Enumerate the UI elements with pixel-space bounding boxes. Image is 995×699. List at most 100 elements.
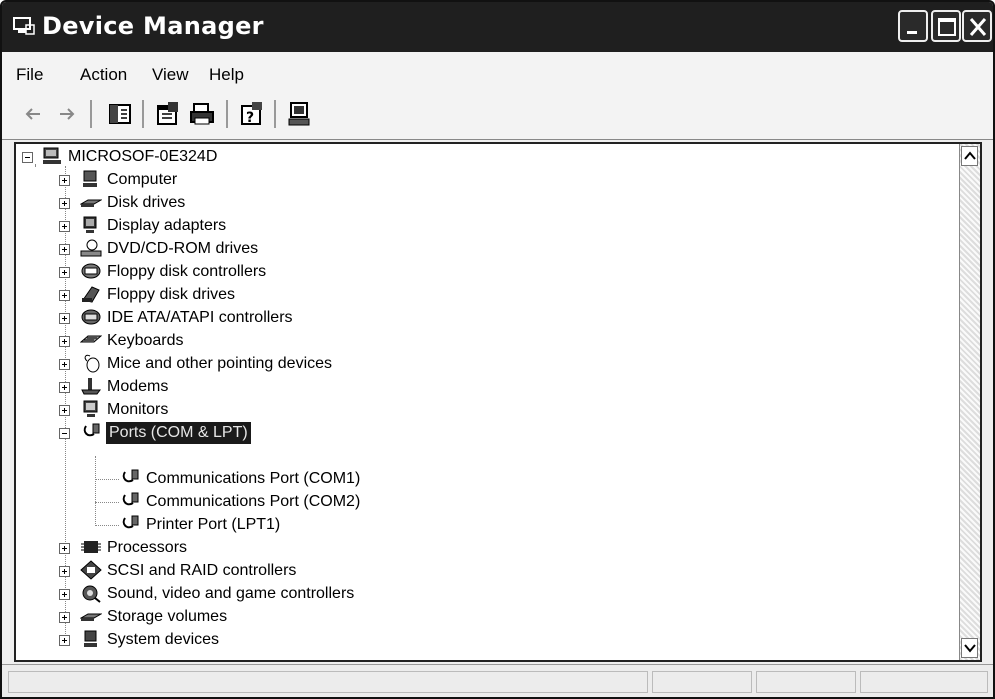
maximize-button[interactable]	[931, 10, 961, 42]
tree-item-storage-volumes[interactable]: Storage volumes	[16, 606, 916, 628]
expand-icon[interactable]	[59, 336, 70, 347]
category-label: Sound, video and game controllers	[107, 585, 355, 602]
tree-item-system-devices[interactable]: System devices	[16, 629, 916, 651]
category-label-selected: Ports (COM & LPT)	[106, 422, 251, 444]
category-label: Modems	[107, 378, 169, 395]
category-label: Floppy disk controllers	[107, 263, 267, 280]
category-label: Mice and other pointing devices	[107, 355, 333, 372]
menu-file[interactable]: File	[16, 65, 43, 85]
status-panel	[756, 671, 856, 693]
storage-volume-icon	[80, 613, 102, 621]
device-manager-app-icon	[13, 17, 35, 35]
port-label: Printer Port (LPT1)	[146, 516, 281, 533]
category-label: Computer	[107, 171, 178, 188]
toolbar-separator	[90, 100, 92, 128]
vertical-scrollbar[interactable]	[959, 144, 980, 660]
tree-item-ports[interactable]: Ports (COM & LPT)	[16, 422, 916, 444]
expand-icon[interactable]	[59, 635, 70, 646]
tree-item-floppy-disk-drives[interactable]: Floppy disk drives	[16, 284, 916, 306]
tree-item-computer[interactable]: Computer	[16, 169, 916, 191]
scsi-controller-icon	[80, 560, 102, 580]
tree-item-monitors[interactable]: Monitors	[16, 399, 916, 421]
expand-icon[interactable]	[59, 290, 70, 301]
expand-icon[interactable]	[59, 566, 70, 577]
modem-icon	[81, 378, 101, 395]
tree-item-lpt1[interactable]: Printer Port (LPT1)	[16, 514, 916, 536]
menu-action[interactable]: Action	[80, 65, 127, 85]
help-icon[interactable]: ?	[238, 100, 266, 128]
category-label: Disk drives	[107, 194, 186, 211]
chevron-up-icon	[964, 151, 976, 160]
collapse-icon[interactable]	[59, 428, 70, 439]
status-panel	[8, 671, 648, 693]
collapse-icon[interactable]	[22, 152, 33, 163]
tree-item-dvd-cd-rom-drives[interactable]: DVD/CD-ROM drives	[16, 238, 916, 260]
expand-icon[interactable]	[59, 612, 70, 623]
back-icon[interactable]	[20, 100, 48, 128]
printer-port-icon	[122, 515, 139, 529]
expand-icon[interactable]	[59, 543, 70, 554]
menu-help[interactable]: Help	[209, 65, 244, 85]
status-bar	[2, 664, 993, 697]
expand-icon[interactable]	[59, 589, 70, 600]
mouse-icon	[84, 354, 100, 373]
expand-icon[interactable]	[59, 198, 70, 209]
tree-item-display-adapters[interactable]: Display adapters	[16, 215, 916, 237]
category-label: Keyboards	[107, 332, 184, 349]
expand-icon[interactable]	[59, 244, 70, 255]
sound-icon	[82, 585, 101, 603]
tree-item-com1[interactable]: Communications Port (COM1)	[16, 468, 916, 490]
expand-icon[interactable]	[59, 405, 70, 416]
print-icon[interactable]	[188, 100, 216, 128]
tree-item-floppy-disk-controllers[interactable]: Floppy disk controllers	[16, 261, 916, 283]
disk-drive-icon	[80, 199, 102, 207]
title-bar[interactable]: Device Manager	[2, 2, 993, 52]
expand-icon[interactable]	[59, 382, 70, 393]
ide-controller-icon	[81, 309, 101, 325]
tree-item-ide-ata-atapi-controllers[interactable]: IDE ATA/ATAPI controllers	[16, 307, 916, 329]
tree-item-mice[interactable]: Mice and other pointing devices	[16, 353, 916, 375]
computer-icon	[43, 147, 61, 164]
svg-text:?: ?	[246, 110, 254, 126]
expand-icon[interactable]	[59, 175, 70, 186]
expand-icon[interactable]	[59, 359, 70, 370]
tree-item-disk-drives[interactable]: Disk drives	[16, 192, 916, 214]
console-tree-icon[interactable]	[106, 100, 134, 128]
menu-bar: File Action View Help	[2, 52, 993, 93]
tree-item-keyboards[interactable]: Keyboards	[16, 330, 916, 352]
display-adapter-icon	[83, 216, 97, 233]
tree-item-modems[interactable]: Modems	[16, 376, 916, 398]
category-label: DVD/CD-ROM drives	[107, 240, 259, 257]
expand-icon[interactable]	[59, 313, 70, 324]
device-tree-pane[interactable]: MICROSOF-0E324D Computer Disk drives Dis…	[14, 142, 982, 662]
tree-root-node[interactable]: MICROSOF-0E324D	[16, 146, 916, 168]
category-label: Display adapters	[107, 217, 227, 234]
port-icon	[83, 423, 100, 437]
expand-icon[interactable]	[59, 267, 70, 278]
processor-icon	[81, 541, 101, 553]
toolbar-separator	[226, 100, 228, 128]
tree-item-com2[interactable]: Communications Port (COM2)	[16, 491, 916, 513]
cd-drive-icon	[80, 239, 102, 257]
status-panel	[860, 671, 988, 693]
port-label: Communications Port (COM2)	[146, 493, 361, 510]
tree-item-processors[interactable]: Processors	[16, 537, 916, 559]
scroll-down-button[interactable]	[961, 638, 978, 658]
expand-icon[interactable]	[59, 221, 70, 232]
keyboard-icon	[80, 335, 102, 343]
tree-item-scsi-raid[interactable]: SCSI and RAID controllers	[16, 560, 916, 582]
minimize-button[interactable]	[898, 10, 928, 42]
scroll-up-button[interactable]	[961, 146, 978, 166]
port-icon	[122, 469, 139, 483]
status-panel	[652, 671, 752, 693]
properties-icon[interactable]	[154, 100, 182, 128]
forward-icon[interactable]	[52, 100, 80, 128]
port-icon	[122, 492, 139, 506]
close-button[interactable]	[962, 10, 992, 42]
category-label: System devices	[107, 631, 220, 648]
category-label: SCSI and RAID controllers	[107, 562, 297, 579]
menu-view[interactable]: View	[152, 65, 189, 85]
scan-hardware-icon[interactable]	[286, 100, 314, 128]
category-label: Storage volumes	[107, 608, 228, 625]
tree-item-sound-video-game[interactable]: Sound, video and game controllers	[16, 583, 916, 605]
